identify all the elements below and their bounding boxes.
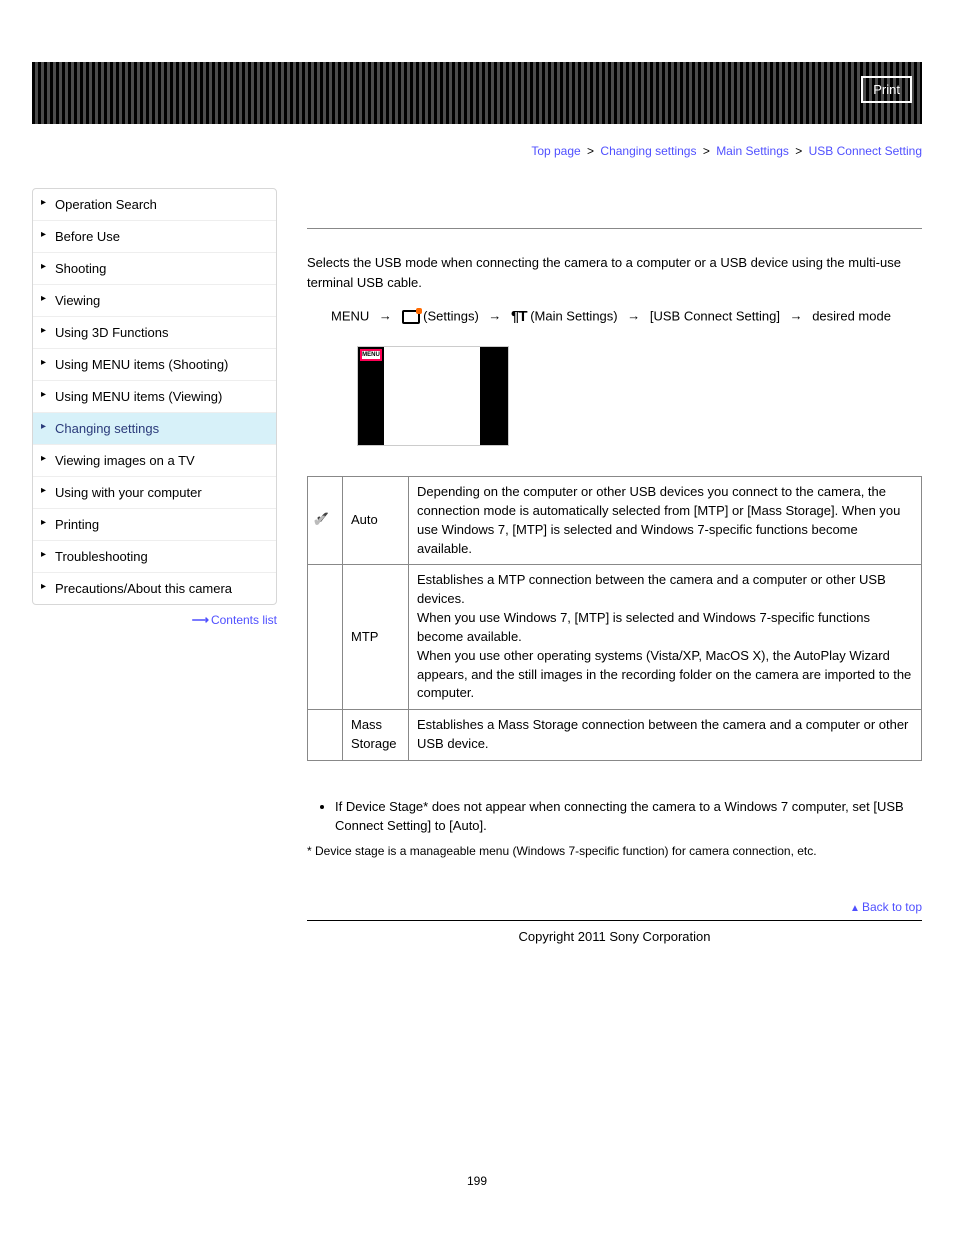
section-rule [307,228,922,229]
breadcrumb-sep: > [795,144,802,158]
sidebar: Operation SearchBefore UseShootingViewin… [32,188,277,605]
check-cell [308,477,343,565]
arrow-icon: → [790,308,803,323]
back-to-top-link[interactable]: Back to top [862,900,922,914]
settings-label: (Settings) [423,308,479,323]
sidebar-item[interactable]: Shooting [33,252,276,284]
arrow-icon: → [379,308,392,323]
usb-connect-label: [USB Connect Setting] [650,308,780,323]
main-settings-icon: ¶T [511,302,527,332]
table-row: MTPEstablishes a MTP connection between … [308,565,922,710]
sidebar-item[interactable]: Using MENU items (Shooting) [33,348,276,380]
arrow-right-icon: ⟶ [192,613,209,627]
page-number: 199 [32,1174,922,1188]
check-cell [308,710,343,761]
breadcrumb-changing-settings[interactable]: Changing settings [600,144,696,158]
arrow-icon: → [488,308,501,323]
breadcrumb-top[interactable]: Top page [531,144,580,158]
back-to-top-wrap: ▲Back to top [307,900,922,914]
desc-cell: Establishes a MTP connection between the… [409,565,922,710]
menu-path: MENU → (Settings) → ¶T (Main Settings) →… [331,302,922,332]
desired-mode-label: desired mode [812,308,891,323]
desc-cell: Establishes a Mass Storage connection be… [409,710,922,761]
contents-list-link[interactable]: Contents list [211,613,277,627]
main-settings-label: (Main Settings) [530,308,617,323]
settings-icon [402,310,420,324]
triangle-up-icon: ▲ [850,903,860,914]
options-table: AutoDepending on the computer or other U… [307,476,922,761]
mode-cell: Mass Storage [343,710,409,761]
breadcrumb-main-settings[interactable]: Main Settings [716,144,789,158]
footer-rule [307,920,922,921]
arrow-icon: → [627,308,640,323]
sidebar-item[interactable]: Precautions/About this camera [33,572,276,604]
breadcrumb: Top page > Changing settings > Main Sett… [32,144,922,158]
intro-text: Selects the USB mode when connecting the… [307,253,922,292]
sidebar-item[interactable]: Using with your computer [33,476,276,508]
sidebar-item[interactable]: Viewing images on a TV [33,444,276,476]
sidebar-item[interactable]: Troubleshooting [33,540,276,572]
notes-list: If Device Stage* does not appear when co… [317,797,922,836]
camera-screen-thumb: MENU [357,346,509,446]
checkmark-icon [316,509,334,527]
table-row: AutoDepending on the computer or other U… [308,477,922,565]
sidebar-item[interactable]: Printing [33,508,276,540]
contents-list-link-wrap: ⟶Contents list [32,613,277,627]
check-cell [308,565,343,710]
sidebar-item[interactable]: Operation Search [33,189,276,220]
footnote: * Device stage is a manageable menu (Win… [307,842,922,860]
mode-cell: MTP [343,565,409,710]
sidebar-item[interactable]: Using MENU items (Viewing) [33,380,276,412]
sidebar-item[interactable]: Using 3D Functions [33,316,276,348]
menu-label: MENU [331,308,369,323]
breadcrumb-sep: > [587,144,594,158]
mode-cell: Auto [343,477,409,565]
breadcrumb-sep: > [703,144,710,158]
note-item: If Device Stage* does not appear when co… [335,797,922,836]
main-content: Selects the USB mode when connecting the… [307,188,922,944]
thumb-menu-icon: MENU [360,349,382,361]
print-button[interactable]: Print [861,76,912,103]
sidebar-item[interactable]: Viewing [33,284,276,316]
copyright-text: Copyright 2011 Sony Corporation [307,929,922,944]
desc-cell: Depending on the computer or other USB d… [409,477,922,565]
sidebar-item[interactable]: Changing settings [33,412,276,444]
breadcrumb-current[interactable]: USB Connect Setting [809,144,922,158]
top-banner: Print [32,62,922,124]
table-row: Mass StorageEstablishes a Mass Storage c… [308,710,922,761]
sidebar-item[interactable]: Before Use [33,220,276,252]
